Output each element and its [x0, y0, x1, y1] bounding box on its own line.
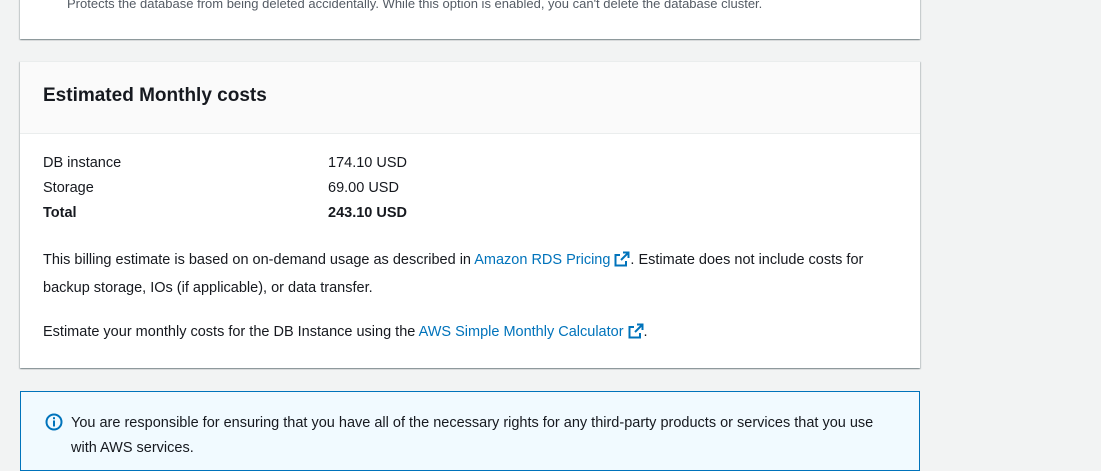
external-link-icon[interactable]	[614, 251, 630, 276]
cost-label: DB instance	[43, 155, 122, 171]
cost-value: 174.10 USD	[328, 155, 407, 171]
external-link-icon[interactable]	[628, 323, 644, 348]
calculator-note: Estimate your monthly costs for the DB I…	[43, 320, 903, 348]
cost-label: Total	[43, 205, 77, 221]
info-text: You are responsible for ensuring that yo…	[71, 415, 874, 456]
cost-value: 69.00 USD	[328, 180, 399, 196]
billing-note-prefix: This billing estimate is based on on-dem…	[43, 252, 475, 268]
aws-calculator-link[interactable]: AWS Simple Monthly Calculator	[419, 324, 624, 340]
cost-value: 243.10 USD	[328, 205, 407, 221]
billing-note: This billing estimate is based on on-dem…	[43, 248, 903, 301]
cost-label: Storage	[43, 180, 94, 196]
calculator-note-suffix: .	[643, 324, 648, 340]
deletion-protection-description: Protects the database from being deleted…	[67, 0, 763, 11]
costs-title: Estimated Monthly costs	[43, 85, 267, 106]
cost-row-total: Total 243.10 USD	[43, 205, 407, 221]
info-alert: You are responsible for ensuring that yo…	[20, 391, 920, 471]
rds-pricing-link[interactable]: Amazon RDS Pricing	[474, 252, 610, 268]
costs-header: Estimated Monthly costs	[20, 62, 920, 134]
cost-row-storage: Storage 69.00 USD	[43, 180, 399, 196]
cost-row-db-instance: DB instance 174.10 USD	[43, 155, 407, 171]
calculator-note-prefix: Estimate your monthly costs for the DB I…	[43, 324, 419, 340]
info-icon	[45, 413, 63, 436]
estimated-costs-card: Estimated Monthly costs DB instance 174.…	[20, 61, 920, 368]
deletion-protection-card: Protects the database from being deleted…	[20, 0, 920, 39]
